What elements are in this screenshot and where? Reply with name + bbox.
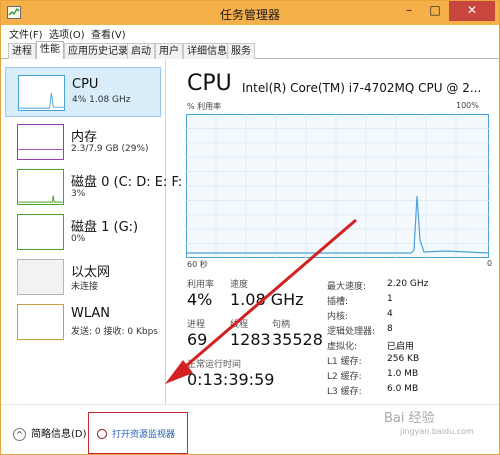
menu-view[interactable]: 查看(V) <box>91 26 126 41</box>
resource-wlan[interactable]: WLAN 发送: 0 接收: 0 Kbps <box>5 297 161 347</box>
resource-disk-1[interactable]: 磁盘 1 (G:) 0% <box>5 207 161 257</box>
detail-key: L2 缓存: <box>327 372 362 382</box>
speed-label: 速度 <box>230 280 249 290</box>
resource-sub: 0% <box>71 234 86 244</box>
disk0-thumbnail-graph <box>17 169 64 205</box>
menu-bar: 文件(F) 选项(O) 查看(V) <box>1 25 499 41</box>
tab-services[interactable]: 服务 <box>227 43 255 59</box>
tab-startup[interactable]: 启动 <box>127 43 155 59</box>
cpu-detail-pane: CPU Intel(R) Core(TM) i7-4702MQ CPU @ 2.… <box>177 59 499 404</box>
tab-app-history[interactable]: 应用历史记录 <box>64 43 132 59</box>
resource-cpu[interactable]: CPU 4% 1.08 GHz <box>5 67 161 117</box>
resource-disk-0[interactable]: 磁盘 0 (C: D: E: F: 3% <box>5 162 182 212</box>
menu-options[interactable]: 选项(O) <box>49 26 85 41</box>
uptime-value: 0:13:39:59 <box>187 370 275 389</box>
tab-processes[interactable]: 进程 <box>8 43 36 59</box>
graph-x-right-label: 0 <box>487 259 493 268</box>
resource-memory[interactable]: 内存 2.3/7.9 GB (29%) <box>5 117 161 167</box>
watermark-logo: Bai 经验 <box>384 411 435 426</box>
task-manager-window: 任务管理器 – □ ✕ 文件(F) 选项(O) 查看(V) 进程 性能 应用历史… <box>0 0 500 455</box>
threads-label: 线程 <box>230 320 249 330</box>
threads-value: 1283 <box>230 330 271 349</box>
fewer-details-label: 简略信息(D) <box>31 429 87 440</box>
graph-max-label: 100% <box>456 101 479 110</box>
close-button[interactable]: ✕ <box>449 1 495 21</box>
resource-sub: 发送: 0 接收: 0 Kbps <box>71 327 158 337</box>
resource-name: 内存 <box>71 130 98 145</box>
graph-utilization-label: % 利用率 <box>187 102 222 111</box>
detail-key: L1 缓存: <box>327 357 362 367</box>
disk1-thumbnail-graph <box>17 214 64 250</box>
detail-value: 1.0 MB <box>387 369 419 379</box>
graph-x-left-label: 60 秒 <box>187 260 208 269</box>
cpu-thumbnail-graph <box>18 75 65 111</box>
watermark-url: jingyan.baidu.com <box>400 427 474 436</box>
resource-sub: 3% <box>71 189 86 199</box>
memory-thumbnail-graph <box>17 124 64 160</box>
detail-value: 256 KB <box>387 354 420 364</box>
resource-sub: 4% 1.08 GHz <box>72 95 131 105</box>
tab-details[interactable]: 详细信息 <box>183 43 231 59</box>
resource-ethernet[interactable]: 以太网 未连接 <box>5 252 161 302</box>
open-resource-monitor-label: 打开资源监视器 <box>112 430 176 440</box>
handles-value: 35528 <box>272 330 323 349</box>
detail-key: L3 缓存: <box>327 387 362 397</box>
tab-performance[interactable]: 性能 <box>36 41 64 60</box>
tab-users[interactable]: 用户 <box>155 43 183 59</box>
resource-list: CPU 4% 1.08 GHz 内存 2.3/7.9 GB (29%) 磁盘 0… <box>1 59 182 404</box>
resource-sub: 未连接 <box>71 282 99 292</box>
maximize-button[interactable]: □ <box>422 1 448 21</box>
detail-value: 4 <box>387 309 393 319</box>
minimize-button[interactable]: – <box>396 1 422 21</box>
handles-label: 句柄 <box>272 320 291 330</box>
ethernet-thumbnail-graph <box>17 259 64 295</box>
resource-monitor-icon <box>97 428 107 439</box>
cpu-model-name: Intel(R) Core(TM) i7-4702MQ CPU @ 2... <box>242 81 482 95</box>
utilization-value: 4% <box>187 290 213 309</box>
detail-value: 2.20 GHz <box>387 279 429 289</box>
speed-value: 1.08 GHz <box>230 290 304 309</box>
resource-name: 磁盘 1 (G:) <box>71 220 139 235</box>
highlight-box: 打开资源监视器 <box>88 412 188 454</box>
resource-sub: 2.3/7.9 GB (29%) <box>71 144 149 154</box>
processes-label: 进程 <box>187 320 206 330</box>
detail-key: 最大速度: <box>327 282 367 292</box>
resource-name: 磁盘 0 (C: D: E: F: <box>71 175 183 190</box>
title-bar: 任务管理器 – □ ✕ <box>1 1 499 25</box>
cpu-utilization-graph <box>186 114 489 258</box>
tab-strip: 进程 性能 应用历史记录 启动 用户 详细信息 服务 <box>1 41 499 60</box>
detail-value: 8 <box>387 324 393 334</box>
resource-name: 以太网 <box>71 265 111 280</box>
detail-key: 内核: <box>327 312 349 322</box>
wlan-thumbnail-graph <box>17 304 64 340</box>
detail-value: 已启用 <box>387 342 415 352</box>
fewer-details-button[interactable]: ^ 简略信息(D) <box>13 425 87 441</box>
detail-key: 逻辑处理器: <box>327 327 376 337</box>
detail-value: 1 <box>387 294 393 304</box>
menu-file[interactable]: 文件(F) <box>9 26 43 41</box>
open-resource-monitor-link[interactable]: 打开资源监视器 <box>97 427 175 440</box>
detail-value: 6.0 MB <box>387 384 419 394</box>
resource-name: CPU <box>72 77 99 92</box>
resource-name: WLAN <box>71 306 111 321</box>
cpu-heading: CPU <box>187 71 232 96</box>
utilization-label: 利用率 <box>187 280 215 290</box>
detail-key: 虚拟化: <box>327 342 358 352</box>
processes-value: 69 <box>187 330 208 349</box>
detail-key: 插槽: <box>327 297 349 307</box>
chevron-up-icon: ^ <box>13 427 26 441</box>
uptime-label: 正常运行时间 <box>187 360 242 370</box>
